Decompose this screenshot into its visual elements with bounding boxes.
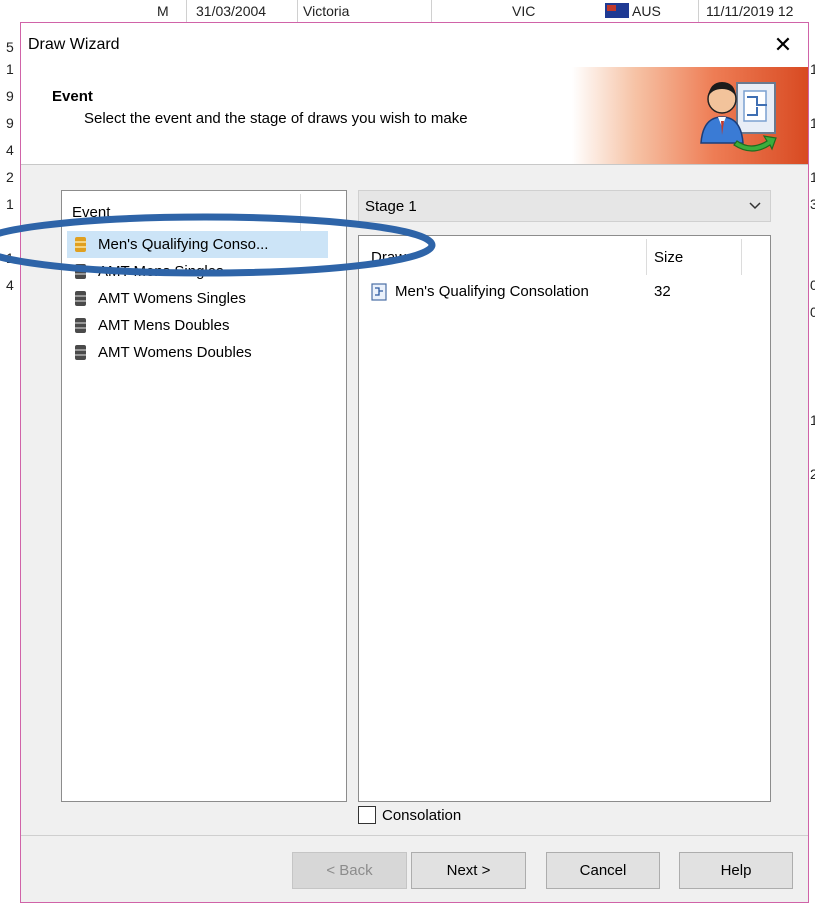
bg-cell-city: Victoria — [303, 3, 350, 19]
event-item-amt-womens-doubles[interactable]: AMT Womens Doubles — [67, 339, 341, 366]
cancel-button[interactable]: Cancel — [546, 852, 660, 889]
event-list-panel: Event Men's Qualifying Conso... AMT Mens… — [61, 190, 347, 802]
draw-bracket-icon — [371, 283, 387, 301]
footer-divider — [21, 835, 808, 836]
database-icon — [75, 318, 86, 333]
database-icon — [75, 237, 86, 252]
draw-table: Draw Size Men's Qualifying Consolation 3… — [358, 235, 771, 802]
background-left-column: 5 1 9 9 4 2 1 1 4 — [6, 39, 14, 293]
close-icon: ✕ — [773, 32, 793, 57]
step-title: Event — [52, 88, 93, 105]
draw-wizard-dialog: Draw Wizard ✕ Event Select the event and… — [20, 22, 809, 903]
help-button[interactable]: Help — [679, 852, 793, 889]
wizard-header: Event Select the event and the stage of … — [21, 67, 808, 165]
event-item-mens-qualifying-consolation[interactable]: Men's Qualifying Conso... — [67, 231, 328, 258]
database-icon — [75, 291, 86, 306]
draw-size: 32 — [654, 283, 671, 300]
wizard-user-document-icon — [700, 82, 777, 152]
event-item-label: AMT Womens Singles — [98, 290, 246, 307]
bg-cell-date: 11/11/2019 12 — [706, 3, 794, 19]
event-item-amt-mens-singles[interactable]: AMT Mens Singles — [67, 258, 341, 285]
flag-icon — [605, 3, 629, 18]
event-item-label: AMT Mens Singles — [98, 263, 224, 280]
bg-cell-country: AUS — [632, 3, 661, 19]
background-right-column: 1 1 1 3 0 0 1 2 — [810, 61, 815, 482]
draw-column-header[interactable]: Draw — [371, 249, 406, 266]
event-list: Men's Qualifying Conso... AMT Mens Singl… — [67, 231, 341, 366]
table-row[interactable]: Men's Qualifying Consolation 32 — [367, 278, 762, 306]
event-item-amt-mens-doubles[interactable]: AMT Mens Doubles — [67, 312, 341, 339]
step-subtitle: Select the event and the stage of draws … — [84, 110, 468, 127]
database-icon — [75, 345, 86, 360]
chevron-down-icon — [749, 202, 761, 210]
back-button[interactable]: < Back — [292, 852, 407, 889]
stage-dropdown-value: Stage 1 — [365, 198, 417, 215]
event-item-label: Men's Qualifying Conso... — [98, 236, 269, 253]
stage-dropdown[interactable]: Stage 1 — [358, 190, 771, 222]
bg-cell-state: VIC — [512, 3, 536, 19]
database-icon — [75, 264, 86, 279]
draw-name: Men's Qualifying Consolation — [395, 283, 589, 300]
background-spreadsheet-row: M 31/03/2004 Victoria VIC AUS 11/11/2019… — [0, 0, 815, 22]
bg-cell-dob: 31/03/2004 — [196, 3, 267, 19]
consolation-label: Consolation — [382, 807, 462, 824]
title-bar: Draw Wizard ✕ — [21, 23, 808, 67]
bg-cell-gender: M — [157, 3, 169, 19]
event-column-header[interactable]: Event — [72, 204, 110, 221]
event-item-amt-womens-singles[interactable]: AMT Womens Singles — [67, 285, 341, 312]
event-item-label: AMT Womens Doubles — [98, 344, 252, 361]
close-button[interactable]: ✕ — [768, 31, 798, 59]
next-button[interactable]: Next > — [411, 852, 526, 889]
event-item-label: AMT Mens Doubles — [98, 317, 230, 334]
consolation-checkbox[interactable] — [358, 806, 376, 824]
size-column-header[interactable]: Size — [654, 249, 683, 266]
dialog-title: Draw Wizard — [28, 36, 120, 53]
